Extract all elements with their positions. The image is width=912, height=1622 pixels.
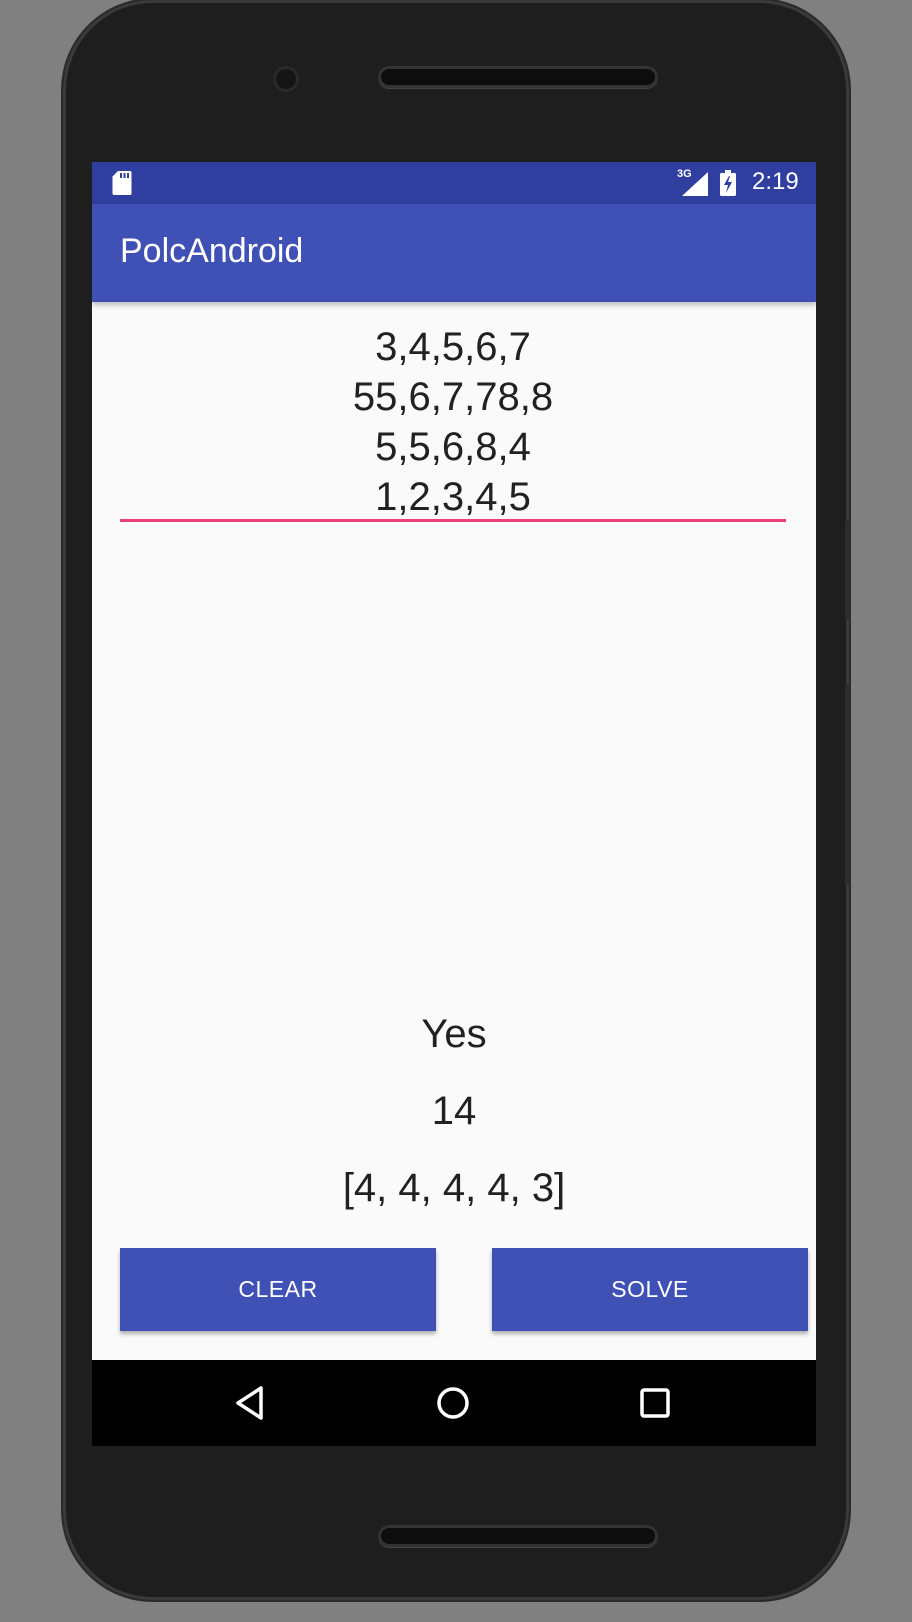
result-count: 14 <box>431 1089 477 1133</box>
top-speaker <box>378 66 658 88</box>
cell-signal-icon <box>682 172 708 196</box>
input-line: 5,5,6,8,4 <box>375 425 531 469</box>
power-button <box>845 520 851 620</box>
status-bar: 3G 2:19 <box>92 162 816 204</box>
input-line: 55,6,7,78,8 <box>352 375 554 419</box>
back-icon[interactable] <box>228 1380 274 1426</box>
input-line: 1,2,3,4,5 <box>375 475 531 519</box>
solve-button[interactable]: SOLVE <box>492 1248 808 1331</box>
result-sequence: [4, 4, 4, 4, 3] <box>342 1166 566 1210</box>
app-bar: PolcAndroid <box>92 204 816 302</box>
clear-button[interactable]: CLEAR <box>120 1248 436 1331</box>
matrix-input-field[interactable]: 3,4,5,6,7 55,6,7,78,8 5,5,6,8,4 1,2,3,4,… <box>120 322 786 522</box>
input-line: 3,4,5,6,7 <box>375 325 531 369</box>
front-camera <box>273 66 299 92</box>
home-icon[interactable] <box>430 1380 476 1426</box>
device-screen: 3G 2:19 PolcAndroid 3,4,5,6,7 55,6,7,78,… <box>92 162 816 1446</box>
bottom-speaker <box>378 1525 658 1547</box>
result-answer: Yes <box>421 1012 487 1056</box>
navigation-bar <box>92 1360 816 1446</box>
status-clock: 2:19 <box>752 168 799 195</box>
battery-charging-icon <box>720 170 736 196</box>
recent-apps-icon[interactable] <box>632 1380 678 1426</box>
app-title: PolcAndroid <box>120 232 304 270</box>
sd-card-icon <box>112 171 132 195</box>
volume-button <box>845 685 851 885</box>
